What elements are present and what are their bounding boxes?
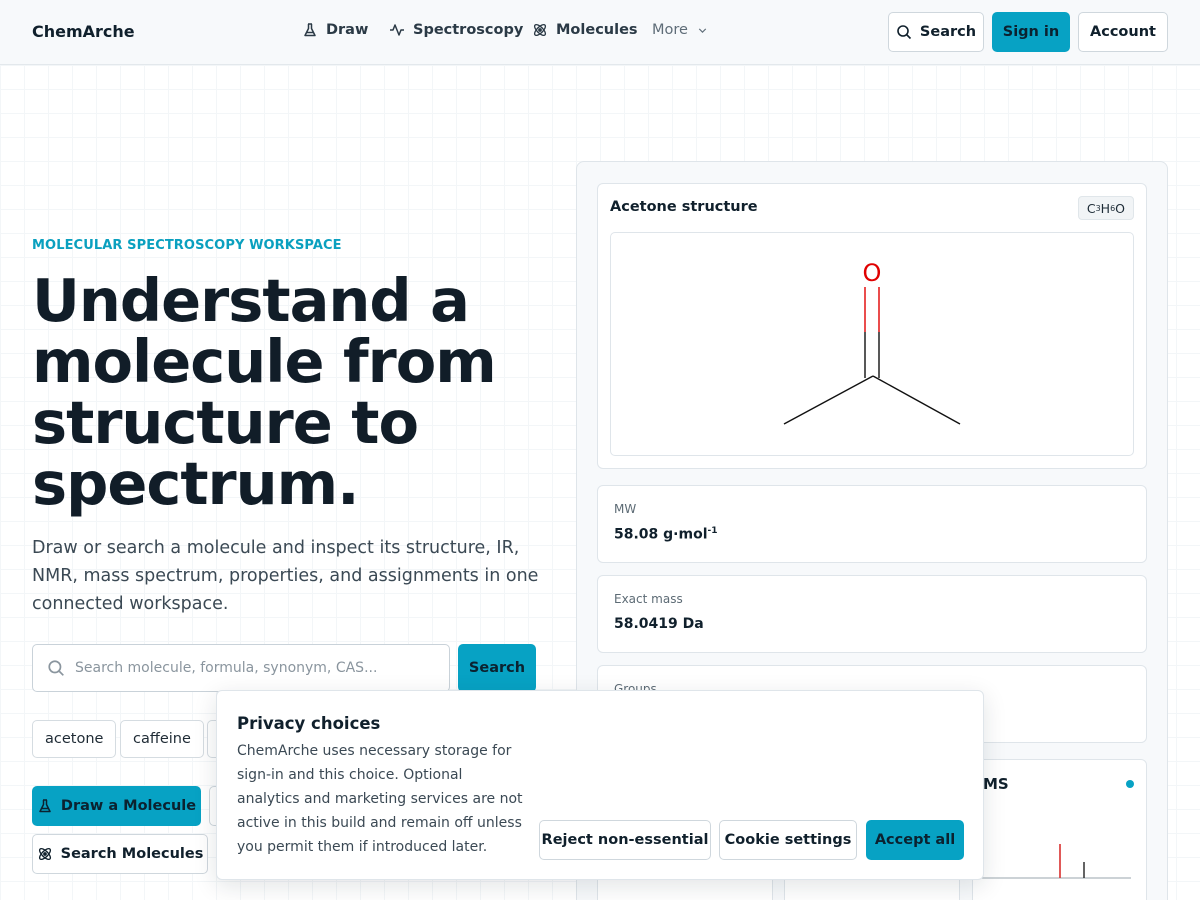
ms-spectrum-preview [981, 844, 1131, 879]
mw-value-text: 58.08 g·mol [614, 526, 708, 543]
nav-more-label: More [652, 22, 688, 38]
structure-card: Acetone structure C3H6O O [597, 183, 1147, 469]
draw-molecule-label: Draw a Molecule [60, 798, 197, 814]
exact-mass-label: Exact mass [614, 592, 683, 606]
chip-caffeine[interactable]: caffeine [120, 720, 204, 758]
top-nav: ChemArche Draw Spectroscopy Molecules Mo… [0, 0, 1200, 65]
nav-spectroscopy-label: Spectroscopy [413, 22, 524, 38]
brand-logo[interactable]: ChemArche [32, 22, 135, 41]
hero-title: Understand a molecule from structure to … [32, 266, 497, 518]
account-button[interactable]: Account [1078, 12, 1168, 52]
search-icon [48, 660, 64, 676]
nav-spectroscopy[interactable]: Spectroscopy [389, 22, 523, 38]
ms-status-dot [1126, 780, 1134, 788]
nav-more-dropdown[interactable]: More [652, 22, 709, 38]
nav-search-button[interactable]: Search [888, 12, 984, 52]
search-molecules-label: Search Molecules [60, 846, 204, 862]
nav-search-label: Search [919, 24, 977, 40]
structure-viewer[interactable]: O [610, 232, 1134, 456]
exact-mass-card: Exact mass 58.0419 Da [597, 575, 1147, 653]
atom-icon [533, 23, 547, 37]
nav-draw-label: Draw [326, 22, 369, 38]
search-molecules-button[interactable]: Search Molecules [32, 834, 208, 874]
privacy-dialog-title: Privacy choices [237, 714, 381, 733]
flask-icon [39, 799, 51, 813]
bond-methyl-left [783, 375, 874, 425]
bond-methyl-right [872, 375, 961, 425]
nav-draw[interactable]: Draw [302, 22, 368, 38]
molecule-search-field[interactable] [32, 644, 450, 692]
privacy-dialog: Privacy choices ChemArche uses necessary… [216, 690, 984, 880]
structure-card-title: Acetone structure [610, 199, 758, 215]
nav-molecules-label: Molecules [556, 22, 638, 38]
nav-molecules[interactable]: Molecules [532, 22, 638, 38]
atom-icon [38, 847, 51, 861]
draw-molecule-button[interactable]: Draw a Molecule [32, 786, 201, 826]
hero-eyebrow: MOLECULAR SPECTROSCOPY WORKSPACE [32, 238, 342, 253]
mw-label: MW [614, 502, 637, 516]
exact-mass-value: 58.0419 Da [614, 616, 704, 632]
chevron-down-icon [698, 27, 707, 33]
hero-subtitle: Draw or search a molecule and inspect it… [32, 538, 539, 614]
pulse-icon [390, 24, 404, 36]
search-icon [897, 25, 911, 40]
formula-badge: C3H6O [1077, 196, 1134, 220]
hero-search-button[interactable]: Search [458, 644, 536, 692]
flask-icon [304, 23, 316, 37]
ms-spectrum-card[interactable]: MS [972, 759, 1147, 900]
mw-value: 58.08 g·mol-1 [614, 526, 718, 543]
reject-non-essential-button[interactable]: Reject non-essential [539, 820, 711, 860]
accept-all-button[interactable]: Accept all [866, 820, 964, 860]
ms-card-title: MS [983, 775, 1009, 793]
mw-unit-exponent: -1 [707, 526, 718, 536]
acetone-structure-drawing: O [783, 259, 961, 425]
privacy-dialog-body: ChemArche uses necessary storage for sig… [237, 743, 523, 855]
mw-card: MW 58.08 g·mol-1 [597, 485, 1147, 563]
chip-acetone[interactable]: acetone [32, 720, 117, 758]
cookie-settings-button[interactable]: Cookie settings [719, 820, 857, 860]
molecule-search-input[interactable] [75, 660, 415, 676]
sign-in-button[interactable]: Sign in [992, 12, 1070, 52]
oxygen-atom-label: O [863, 259, 882, 287]
